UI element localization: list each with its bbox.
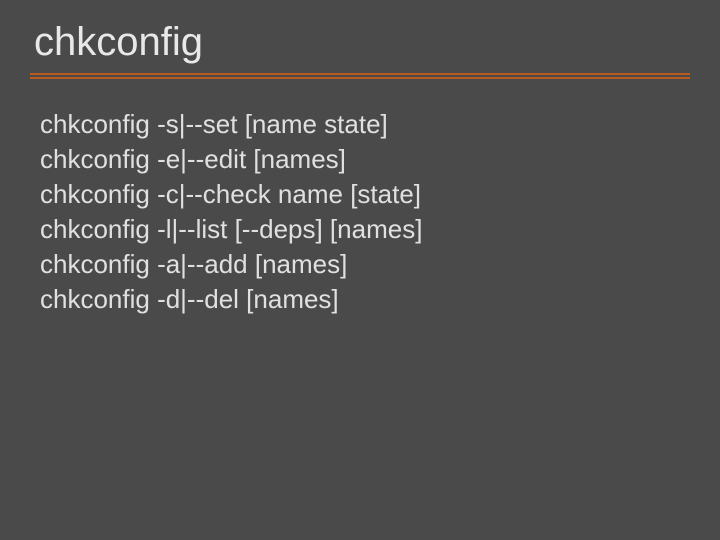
usage-line: chkconfig -e|--edit [names] bbox=[40, 142, 690, 177]
usage-line: chkconfig -l|--list [--deps] [names] bbox=[40, 212, 690, 247]
slide: chkconfig chkconfig -s|--set [name state… bbox=[0, 0, 720, 540]
usage-line: chkconfig -c|--check name [state] bbox=[40, 177, 690, 212]
title-divider bbox=[30, 73, 690, 79]
title-block: chkconfig bbox=[30, 20, 690, 79]
usage-line: chkconfig -s|--set [name state] bbox=[40, 107, 690, 142]
usage-line: chkconfig -d|--del [names] bbox=[40, 282, 690, 317]
body: chkconfig -s|--set [name state] chkconfi… bbox=[30, 107, 690, 318]
page-title: chkconfig bbox=[30, 20, 690, 65]
usage-line: chkconfig -a|--add [names] bbox=[40, 247, 690, 282]
